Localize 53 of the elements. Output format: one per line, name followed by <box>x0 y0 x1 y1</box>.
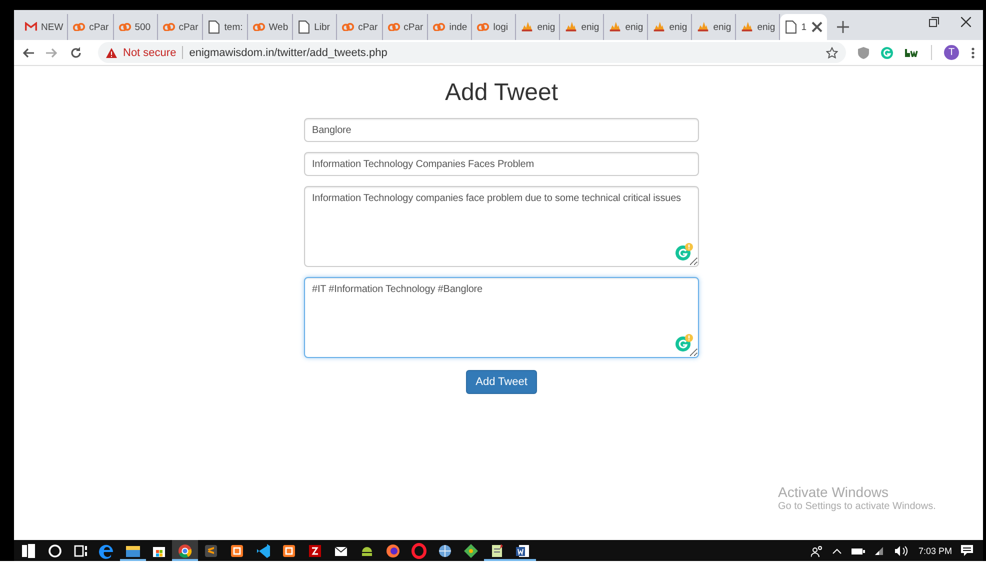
volume-icon[interactable] <box>895 546 910 556</box>
text-area[interactable]: #IT #Information Technology #Banglore <box>304 277 699 358</box>
grammar-check-icon[interactable] <box>675 243 693 261</box>
flame-icon <box>521 21 534 33</box>
grammar-check-icon[interactable] <box>675 334 693 352</box>
grammar-check-icon[interactable] <box>881 46 893 58</box>
flame-icon <box>653 21 666 33</box>
page-icon <box>298 20 310 34</box>
new-tab-icon[interactable] <box>836 21 849 33</box>
people-icon[interactable] <box>811 544 824 556</box>
activation-title: Activate Windows <box>778 484 890 501</box>
url-text: enigmawisdom.in/twitter/add_tweets.php <box>189 46 388 58</box>
menu-icon[interactable] <box>971 46 975 58</box>
page-icon <box>208 20 220 34</box>
chain-icon <box>162 22 175 32</box>
notification-icon[interactable] <box>961 545 973 556</box>
add-tweet-button[interactable]: Add Tweet <box>466 370 538 394</box>
page-icon <box>785 20 798 34</box>
activation-message: Go to Settings to activate Windows. <box>778 501 936 512</box>
clock-text[interactable]: 7:03 PM <box>918 546 952 556</box>
restore-icon[interactable] <box>929 17 939 27</box>
flame-icon <box>697 21 710 33</box>
text-area[interactable]: Information Technology companies face problem due to some technical critical issues <box>304 186 699 267</box>
chain-icon <box>388 22 400 32</box>
address-field[interactable]: Not secure enigmawisdom.in/twitter/add_tweets.php <box>98 42 846 63</box>
chain-icon <box>342 22 354 32</box>
chain-icon <box>73 22 86 32</box>
chain-icon <box>477 22 490 32</box>
mail-icon <box>25 22 37 32</box>
security-label: Not secure <box>123 46 176 58</box>
close-icon[interactable] <box>961 17 971 27</box>
chain-icon <box>118 22 131 32</box>
back-icon[interactable] <box>22 48 34 58</box>
warning-icon <box>106 48 117 58</box>
profile-avatar[interactable]: T <box>944 45 959 60</box>
flame-icon <box>565 21 578 33</box>
chevron-up-icon[interactable] <box>832 548 842 554</box>
taskbar-button[interactable] <box>172 540 198 561</box>
chain-icon <box>252 22 265 32</box>
battery-icon[interactable] <box>851 546 866 554</box>
opera-icon <box>409 540 429 560</box>
page-heading: Add Tweet <box>444 78 559 108</box>
text-field[interactable]: Information Technology Companies Faces Problem <box>304 152 699 176</box>
text-field[interactable]: Banglore <box>304 118 699 142</box>
chain-icon <box>433 22 446 32</box>
reload-icon[interactable] <box>70 46 82 58</box>
flame-icon <box>609 21 622 33</box>
star-icon[interactable] <box>826 46 838 58</box>
flame-icon <box>741 21 754 33</box>
browser-tab[interactable]: 1 <box>780 14 827 40</box>
close-icon[interactable] <box>810 21 823 33</box>
extension-icon[interactable] <box>905 48 919 56</box>
shield-icon[interactable] <box>858 46 869 58</box>
